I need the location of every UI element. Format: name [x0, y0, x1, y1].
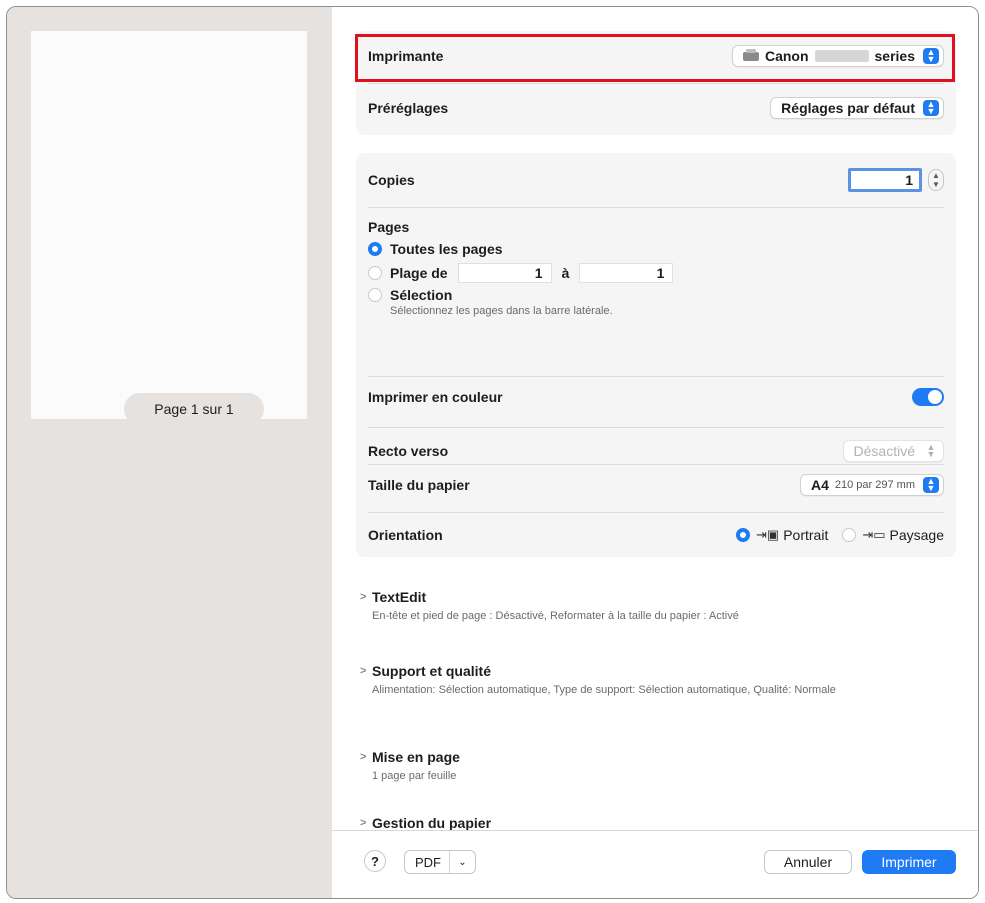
chevron-right-icon: > [360, 817, 367, 829]
cancel-button[interactable]: Annuler [764, 850, 852, 874]
copies-input[interactable]: 1 [848, 168, 922, 192]
presets-popup[interactable]: Réglages par défaut ▲ ▼ [770, 97, 944, 119]
section-layout[interactable]: > Mise en page 1 page par feuille [360, 749, 950, 783]
preview-pane: Page 1 sur 1 [7, 7, 332, 898]
divider [368, 376, 944, 377]
range-to-input[interactable]: 1 [579, 263, 674, 283]
duplex-label: Recto verso [368, 443, 449, 459]
copies-stepper[interactable]: ▲ ▼ [928, 169, 944, 191]
pages-selection-option[interactable]: Sélection [368, 287, 938, 303]
print-button[interactable]: Imprimer [862, 850, 956, 874]
chevron-right-icon: > [360, 665, 367, 677]
pages-all-label: Toutes les pages [390, 241, 503, 257]
duplex-value: Désactivé [853, 443, 915, 459]
section-textedit[interactable]: > TextEdit En-tête et pied de page : Dés… [360, 589, 950, 623]
radio-unselected[interactable] [368, 266, 382, 280]
page-indicator: Page 1 sur 1 [124, 393, 264, 425]
paper-size-popup[interactable]: A4 210 par 297 mm ▲ ▼ [799, 474, 944, 496]
range-to-label: à [561, 265, 570, 281]
pages-selection-label: Sélection [390, 287, 453, 303]
paper-size-value: A4 [810, 477, 829, 493]
chevron-down-icon: ⌄ [458, 856, 467, 868]
pages-all-option[interactable]: Toutes les pages [368, 241, 938, 257]
section-summary: En-tête et pied de page : Désactivé, Ref… [372, 610, 739, 622]
presets-label: Préréglages [368, 100, 449, 116]
help-button[interactable]: ? [364, 850, 386, 872]
chevron-right-icon: > [360, 751, 367, 763]
page-preview-thumbnail[interactable]: Page 1 sur 1 [31, 31, 307, 425]
section-name: Mise en page [372, 749, 460, 765]
landscape-radio[interactable] [842, 528, 857, 542]
orientation-row: Orientation ⇥▣ Portrait ⇥▭ Paysage [368, 513, 944, 557]
divider [368, 207, 944, 208]
pdf-label: PDF [405, 851, 450, 873]
selection-hint: Sélectionnez les pages dans la barre lat… [390, 305, 613, 317]
print-dialog: Page 1 sur 1 Imprimante Canon series ▲ ▼ … [6, 6, 979, 899]
copies-label: Copies [368, 172, 415, 188]
pdf-menu-button[interactable]: PDF ⌄ [404, 850, 476, 874]
presets-value: Réglages par défaut [781, 100, 915, 116]
paper-size-row: Taille du papier A4 210 par 297 mm ▲ ▼ [368, 465, 944, 505]
landscape-icon: ⇥▭ [862, 527, 886, 542]
section-title: > Mise en page [360, 749, 950, 765]
portrait-icon: ⇥▣ [756, 527, 780, 542]
radio-unselected[interactable] [368, 288, 382, 302]
pages-label: Pages [368, 219, 410, 235]
copies-control: 1 ▲ ▼ [848, 168, 944, 192]
presets-row: Préréglages Réglages par défaut ▲ ▼ [368, 97, 944, 119]
section-name: TextEdit [372, 589, 427, 605]
section-title: > Gestion du papier [360, 815, 950, 830]
color-row: Imprimer en couleur [368, 379, 944, 415]
pages-range-label: Plage de [390, 265, 448, 281]
paper-size-label: Taille du papier [368, 477, 470, 493]
pages-group: Pages Toutes les pages Plage de 1 à 1 Sé… [368, 219, 938, 317]
landscape-label: Paysage [889, 527, 944, 543]
orientation-label: Orientation [368, 527, 443, 543]
section-name: Gestion du papier [372, 815, 492, 830]
duplex-popup[interactable]: Désactivé ▲ ▼ [842, 440, 944, 462]
chevron-updown-icon: ▲ ▼ [923, 100, 939, 116]
section-title: > TextEdit [360, 589, 950, 605]
color-label: Imprimer en couleur [368, 389, 503, 405]
chevron-updown-icon: ▲ ▼ [926, 442, 936, 459]
settings-pane: Imprimante Canon series ▲ ▼ Préréglages R… [332, 7, 978, 898]
paper-size-detail: 210 par 297 mm [834, 479, 915, 491]
section-support-quality[interactable]: > Support et qualité Alimentation: Sélec… [360, 663, 950, 697]
section-summary: Alimentation: Sélection automatique, Typ… [372, 684, 836, 696]
radio-selected[interactable] [368, 242, 382, 256]
chevron-right-icon: > [360, 591, 367, 603]
settings-card: Copies 1 ▲ ▼ Pages Toutes les pages Plage… [356, 153, 956, 557]
section-summary: 1 page par feuille [372, 770, 457, 782]
section-paper-handling[interactable]: > Gestion du papier [360, 815, 950, 830]
section-name: Support et qualité [372, 663, 491, 679]
chevron-updown-icon: ▲ ▼ [923, 477, 939, 493]
section-title: > Support et qualité [360, 663, 950, 679]
portrait-label: Portrait [783, 527, 829, 543]
footer-divider [332, 830, 978, 831]
orientation-options: ⇥▣ Portrait ⇥▭ Paysage [736, 527, 944, 543]
pages-range-option[interactable]: Plage de 1 à 1 [368, 263, 938, 283]
range-from-input[interactable]: 1 [457, 263, 552, 283]
divider [368, 83, 944, 84]
printer-highlight-box [355, 34, 955, 82]
copies-row: Copies 1 ▲ ▼ [368, 168, 944, 192]
color-toggle[interactable] [912, 388, 944, 406]
portrait-radio[interactable] [736, 528, 751, 542]
